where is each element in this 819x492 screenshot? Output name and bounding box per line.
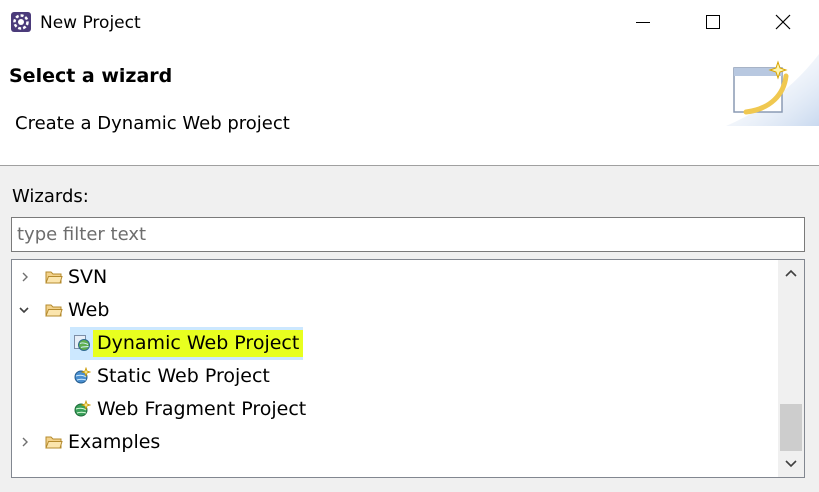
chevron-right-icon[interactable]: [19, 271, 31, 283]
tree-item-label: Examples: [68, 431, 161, 453]
tree-item-static-web-project[interactable]: Static Web Project: [12, 360, 778, 393]
filter-input[interactable]: [11, 217, 805, 252]
tree-item-web-fragment-project[interactable]: Web Fragment Project: [12, 393, 778, 426]
scrollbar-thumb[interactable]: [780, 404, 802, 451]
tree-item-examples[interactable]: Examples: [12, 426, 778, 459]
eclipse-gear-icon: [10, 11, 32, 33]
tree-item-label: Static Web Project: [97, 365, 270, 387]
web-fragment-project-icon: [74, 400, 91, 417]
search-highlight: Dynamic Web Project: [93, 330, 304, 357]
tree-item-label: Dynamic Web Project: [93, 330, 304, 357]
title-bar: New Project: [0, 0, 819, 44]
window-title: New Project: [40, 13, 141, 33]
close-button[interactable]: [748, 0, 818, 44]
maximize-button[interactable]: [678, 0, 748, 44]
scroll-down-button[interactable]: [778, 451, 804, 477]
folder-icon: [45, 436, 63, 449]
wizard-header: Select a wizard Create a Dynamic Web pro…: [0, 44, 819, 166]
folder-icon: [45, 304, 63, 317]
dynamic-web-project-icon: [74, 335, 90, 351]
close-icon: [775, 14, 791, 30]
static-web-project-icon: [74, 367, 91, 384]
tree-item-label: Web Fragment Project: [97, 398, 307, 420]
folder-icon: [45, 271, 63, 284]
page-description: Create a Dynamic Web project: [15, 113, 290, 134]
minimize-button[interactable]: [608, 0, 678, 44]
wizard-tree[interactable]: SVN Web Dynamic Web Project Static Web P…: [11, 259, 805, 478]
header-divider: [0, 165, 819, 166]
new-wizard-icon: [726, 54, 819, 126]
scroll-up-button[interactable]: [778, 260, 804, 286]
page-title: Select a wizard: [9, 65, 173, 87]
chevron-up-icon: [785, 269, 797, 277]
wizards-label: Wizards:: [12, 186, 89, 207]
chevron-right-icon[interactable]: [19, 436, 31, 448]
vertical-scrollbar[interactable]: [778, 260, 804, 477]
tree-item-web[interactable]: Web: [12, 294, 778, 327]
maximize-icon: [706, 15, 720, 29]
tree-item-dynamic-web-project[interactable]: Dynamic Web Project: [12, 327, 778, 360]
chevron-down-icon[interactable]: [18, 304, 30, 316]
new-project-dialog: New Project Select a wizard Create a Dyn…: [0, 0, 819, 492]
tree-item-svn[interactable]: SVN: [12, 261, 778, 294]
chevron-down-icon: [785, 460, 797, 468]
tree-item-label: SVN: [68, 266, 108, 288]
minimize-icon: [636, 22, 650, 23]
tree-item-label: Web: [68, 299, 110, 321]
